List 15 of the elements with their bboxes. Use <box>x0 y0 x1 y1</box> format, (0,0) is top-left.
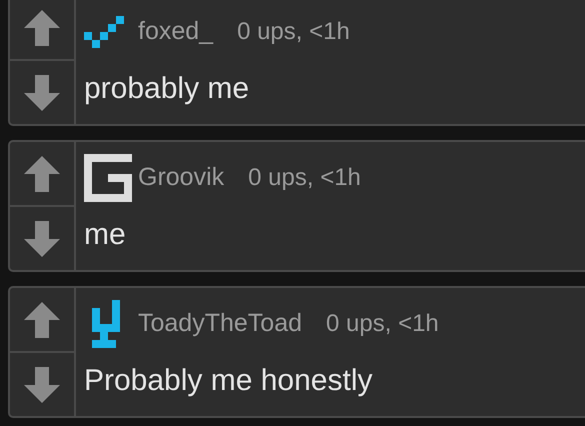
upvote-arrow-icon <box>24 156 60 192</box>
downvote-arrow-icon <box>24 74 60 110</box>
username-link[interactable]: ToadyTheToad <box>138 305 302 343</box>
upvote-arrow-icon <box>24 10 60 46</box>
comment-text: probably me <box>84 71 250 107</box>
comment-text: Probably me honestly <box>84 363 374 399</box>
comment-meta: 0 ups, <1h <box>237 17 350 47</box>
comment-meta: 0 ups, <1h <box>248 163 361 193</box>
downvote-arrow-icon <box>24 220 60 256</box>
comment-meta: 0 ups, <1h <box>326 309 439 339</box>
downvote-arrow-icon <box>24 366 60 402</box>
username-link[interactable]: Groovik <box>138 159 224 197</box>
comment-text: me <box>84 217 127 253</box>
username-link[interactable]: foxed_ <box>138 13 214 51</box>
upvote-arrow-icon <box>24 302 60 338</box>
